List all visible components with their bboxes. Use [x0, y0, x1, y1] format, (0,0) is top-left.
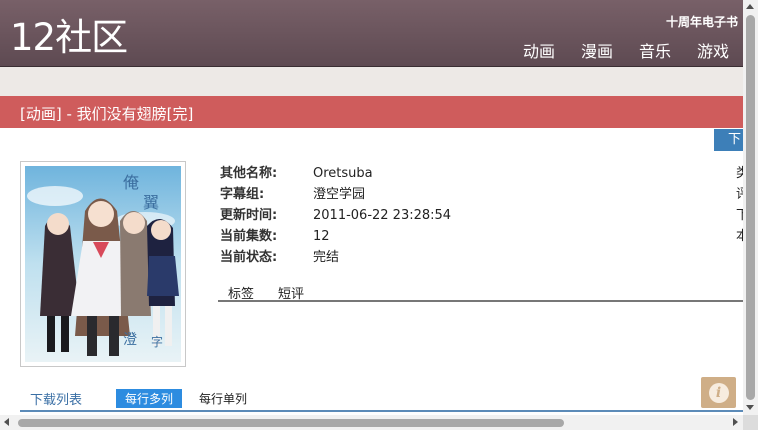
vertical-scrollbar[interactable]: [743, 0, 758, 415]
scroll-left-icon[interactable]: [4, 418, 9, 426]
sub-header-strip: [0, 67, 743, 96]
download-button[interactable]: 下: [714, 129, 743, 151]
svg-text:澄: 澄: [123, 332, 137, 348]
info-label: 其他名称:: [220, 166, 278, 181]
svg-text:俺: 俺: [123, 173, 139, 192]
svg-text:字: 字: [151, 334, 163, 349]
info-label: 当前集数:: [220, 229, 278, 244]
info-label: 当前状态:: [220, 250, 278, 265]
download-list-title: 下载列表: [30, 393, 83, 408]
info-button[interactable]: i: [701, 377, 736, 408]
info-value[interactable]: 澄空学园: [313, 184, 365, 205]
single-column-toggle[interactable]: 每行单列: [199, 390, 247, 407]
info-icon: i: [708, 382, 729, 403]
info-tabs: 标签 短评: [218, 281, 743, 302]
site-logo[interactable]: 12社区: [10, 16, 128, 60]
nav-anime[interactable]: 动画: [523, 38, 555, 62]
scroll-up-icon[interactable]: [746, 4, 754, 9]
nav-manga[interactable]: 漫画: [581, 38, 613, 62]
scroll-right-icon[interactable]: [733, 418, 738, 426]
info-label: 更新时间:: [220, 208, 278, 223]
info-label: 字幕组:: [220, 187, 265, 202]
nav-music[interactable]: 音乐: [639, 38, 671, 62]
horizontal-scrollbar[interactable]: [0, 415, 743, 430]
info-value: 12: [313, 229, 330, 244]
info-right-label: 评: [736, 187, 743, 202]
info-right-label: 类: [736, 166, 743, 181]
vertical-scroll-thumb[interactable]: [746, 15, 755, 400]
anniversary-ebook-link[interactable]: 十周年电子书: [666, 13, 738, 30]
info-right-label: 本: [736, 229, 743, 244]
multi-column-toggle[interactable]: 每行多列: [116, 389, 183, 408]
info-value: 2011-06-22 23:28:54: [313, 208, 452, 223]
page-title-bar: [动画] - 我们没有翅膀[完]: [0, 96, 743, 128]
scroll-down-icon[interactable]: [746, 405, 754, 410]
svg-text:翼: 翼: [143, 193, 159, 212]
scrollbar-corner: [743, 415, 758, 430]
main-nav: 动画 漫画 音乐 游戏: [523, 38, 729, 62]
info-value: Oretsuba: [313, 166, 373, 181]
download-list-bar: 下载列表 每行多列 每行单列: [20, 386, 743, 412]
poster-image: 俺 翼 澄 字: [20, 161, 186, 367]
info-right-label: 下: [736, 208, 743, 223]
info-value: 完结: [313, 250, 340, 265]
tab-reviews[interactable]: 短评: [278, 283, 304, 302]
info-right-column: 类 评 下 本: [736, 163, 743, 247]
horizontal-scroll-thumb[interactable]: [18, 419, 564, 427]
page-title: [动画] - 我们没有翅膀[完]: [20, 105, 194, 123]
tab-tags[interactable]: 标签: [228, 283, 254, 302]
site-header: 12社区 十周年电子书 动画 漫画 音乐 游戏: [0, 0, 743, 67]
nav-games[interactable]: 游戏: [697, 38, 729, 62]
